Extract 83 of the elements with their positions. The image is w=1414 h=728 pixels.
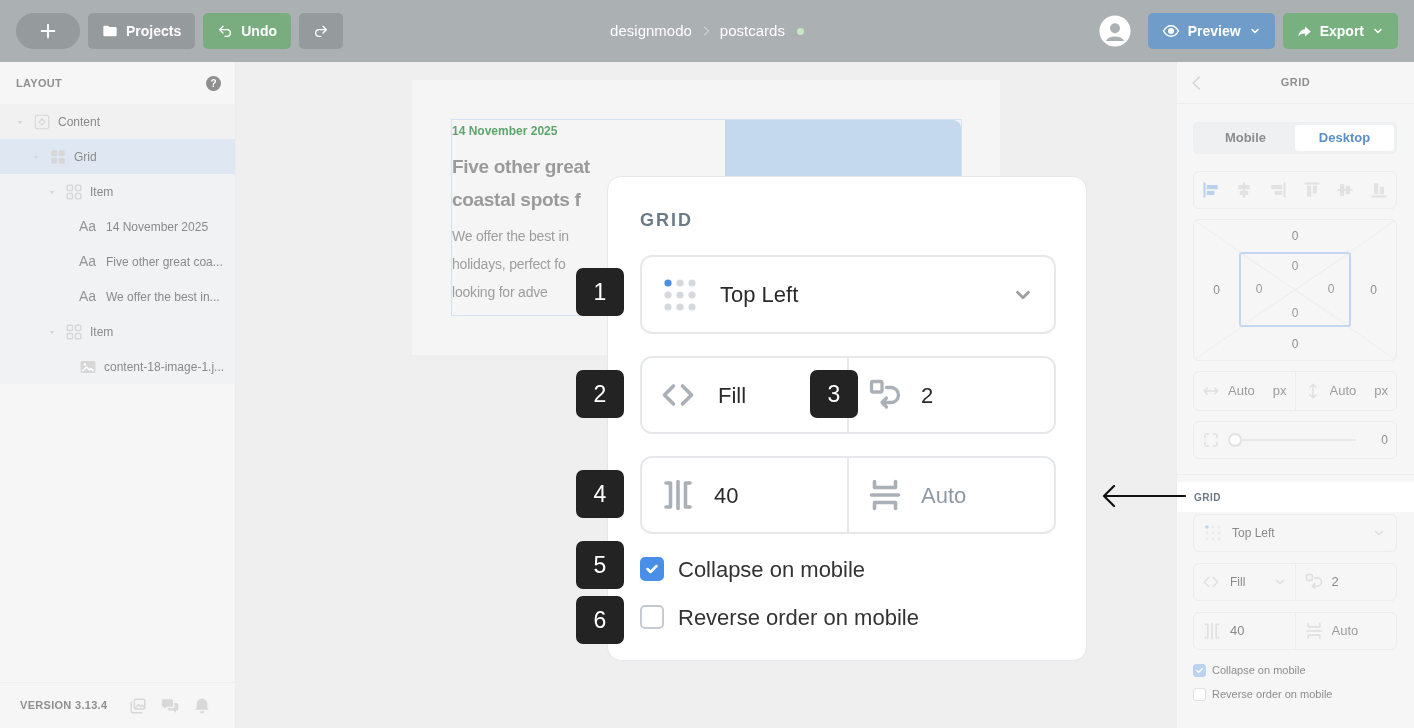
post-heading: Five other great coastal spots f [452, 155, 591, 212]
slider-thumb[interactable] [1228, 433, 1242, 447]
checkbox-label: Collapse on mobile [1212, 662, 1306, 678]
redo-button[interactable] [299, 13, 343, 49]
breadcrumb-link[interactable]: postcards [719, 19, 785, 43]
text-icon: Aa [79, 286, 99, 307]
step-badge: 2 [576, 370, 624, 418]
width-mode-dropdown[interactable]: Fill [660, 377, 747, 413]
step-badge: 1 [576, 268, 624, 316]
row-gap-field[interactable]: Auto [921, 478, 1011, 512]
unit-label: px [1374, 382, 1388, 401]
grid-icon [65, 182, 83, 201]
device-tab[interactable]: Mobile [1196, 125, 1295, 151]
undo-icon [217, 23, 234, 39]
post-excerpt: We offer the best in holidays, perfect fo looking for adve [452, 227, 569, 302]
tree-item[interactable]: Item [0, 314, 235, 349]
gap-field[interactable]: 40 [1230, 621, 1287, 641]
row-gap-field[interactable]: Auto [1331, 621, 1388, 641]
add-button[interactable] [16, 13, 80, 49]
folder-icon [102, 23, 118, 39]
margin-value[interactable]: 0 [1351, 252, 1396, 327]
margin-value[interactable]: 0 [1239, 220, 1351, 252]
tree-item[interactable]: Aa 14 November 2025 [0, 209, 235, 244]
padding-value[interactable]: 0 [1241, 277, 1277, 302]
eye-icon [1161, 22, 1180, 40]
columns-field[interactable]: 2 [921, 378, 1011, 412]
grid-icon [65, 322, 83, 341]
popup-title: GRID [640, 209, 694, 231]
panel-title: LAYOUT [16, 75, 62, 91]
step-badge: 6 [576, 596, 624, 644]
dot-grid-icon [1204, 524, 1222, 542]
gallery-icon [129, 696, 147, 715]
alignment-dropdown[interactable]: Top Left [1193, 514, 1397, 552]
tree-item[interactable]: Aa We offer the best in... [0, 279, 235, 314]
text-icon: Aa [79, 216, 99, 237]
tree-item[interactable]: Grid [0, 139, 235, 174]
unit-label: px [1272, 382, 1287, 401]
checkbox-label: Reverse order on mobile [1212, 686, 1333, 702]
checkbox[interactable] [1193, 663, 1206, 677]
checkbox[interactable] [640, 605, 664, 629]
tree-item[interactable]: content-18-image-1.j... [0, 349, 235, 384]
tree-item[interactable]: Item [0, 174, 235, 209]
checkbox-label: Reverse order on mobile [678, 603, 919, 632]
avatar-icon [1097, 14, 1132, 48]
row-gap-icon [867, 477, 903, 513]
post-date: 14 November 2025 [452, 123, 559, 140]
grid-icon [49, 147, 67, 166]
step-badge: 3 [810, 370, 858, 418]
width-mode-dropdown[interactable]: Fill [1202, 573, 1287, 591]
chat-icon [161, 696, 179, 715]
height-field[interactable]: Auto [1329, 381, 1367, 401]
projects-button[interactable]: Projects [88, 13, 196, 49]
margin-value[interactable]: 0 [1194, 252, 1239, 327]
step-badge: 4 [576, 470, 624, 518]
checkbox-label: Collapse on mobile [678, 555, 866, 584]
radius-value: 0 [1380, 432, 1388, 449]
help-button[interactable]: ? [206, 75, 221, 91]
version-label: VERSION 3.13.4 [20, 698, 108, 714]
text-icon: Aa [79, 251, 99, 272]
section-title: GRID [1194, 490, 1221, 505]
padding-value[interactable]: 0 [1277, 301, 1313, 325]
bell-icon [193, 696, 211, 715]
panel-title: GRID [1279, 75, 1312, 91]
container-icon [33, 112, 51, 131]
breadcrumb-link[interactable]: designmodo [610, 19, 692, 43]
export-button[interactable]: Export [1282, 13, 1398, 49]
redo-icon [313, 23, 329, 39]
checkbox[interactable] [640, 557, 664, 581]
dot-grid-icon [662, 276, 698, 313]
tree-item[interactable]: Content [0, 104, 235, 139]
tree-item[interactable]: Aa Five other great coa... [0, 244, 235, 279]
device-tab[interactable]: Desktop [1295, 125, 1394, 151]
columns-field[interactable]: 2 [1331, 572, 1388, 592]
margin-value[interactable]: 0 [1239, 327, 1351, 360]
step-badge: 5 [576, 541, 624, 589]
preview-button[interactable]: Preview [1147, 13, 1275, 49]
undo-button[interactable]: Undo [203, 13, 291, 49]
width-field[interactable]: Auto [1228, 381, 1265, 401]
padding-value[interactable]: 0 [1277, 254, 1313, 278]
alignment-dropdown[interactable]: Top Left [640, 255, 1056, 334]
gap-field[interactable]: 40 [714, 478, 804, 512]
padding-value[interactable]: 0 [1313, 277, 1349, 302]
status-dot [796, 27, 804, 35]
